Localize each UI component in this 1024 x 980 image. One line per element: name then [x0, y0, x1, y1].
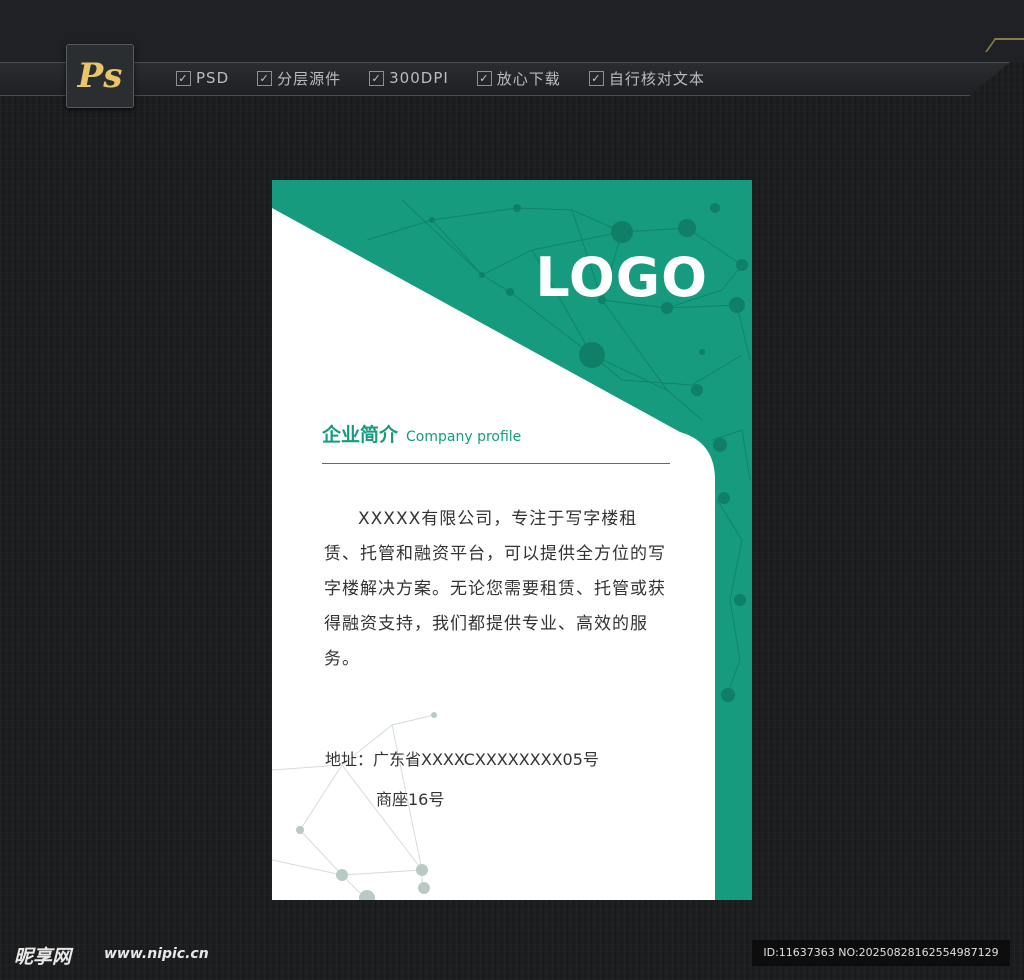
- feature-item-layers: ✓ 分层源件: [257, 68, 341, 88]
- feature-label: 自行核对文本: [608, 69, 705, 88]
- photoshop-icon: Ps: [66, 44, 134, 108]
- checkbox-icon: ✓: [257, 70, 273, 86]
- image-id-label: ID:11637363 NO:20250828162554987129: [752, 940, 1010, 966]
- checkbox-icon: ✓: [369, 70, 385, 86]
- feature-item-psd: ✓ PSD: [176, 68, 229, 88]
- checkbox-icon: ✓: [176, 70, 191, 86]
- feature-item-download: ✓ 放心下载: [476, 68, 561, 88]
- address-line-2: 商座16号: [376, 790, 445, 809]
- company-address: 地址：广东省XXXXCXXXXXXXX05号 商座16号: [325, 740, 599, 820]
- profile-title-en: Company profile: [406, 429, 522, 445]
- feature-label: 300DPI: [389, 69, 449, 87]
- feature-item-check-text: ✓ 自行核对文本: [588, 68, 705, 88]
- header-background: [0, 0, 1024, 62]
- feature-label: 分层源件: [277, 69, 342, 88]
- checkbox-icon: ✓: [588, 70, 604, 86]
- site-watermark-logo: 昵享网: [14, 946, 72, 968]
- heading-divider: [322, 463, 670, 464]
- site-watermark-url: www.nipic.cn: [104, 946, 209, 962]
- profile-title-cn: 企业简介: [322, 424, 399, 446]
- company-logo: LOGO: [535, 246, 708, 309]
- company-description: XXXXX有限公司，专注于写字楼租赁、托管和融资平台，可以提供全方位的写字楼解决…: [324, 509, 666, 669]
- feature-list: ✓ PSD ✓ 分层源件 ✓ 300DPI ✓ 放心下载 ✓ 自行核对文本: [176, 68, 733, 88]
- checkbox-icon: ✓: [476, 70, 492, 86]
- business-card-preview: LOGO 企业简介 Company profile XXXXX有限公司，专注于写…: [272, 180, 752, 900]
- feature-label: PSD: [196, 69, 230, 87]
- feature-item-dpi: ✓ 300DPI: [369, 68, 449, 88]
- feature-label: 放心下载: [496, 69, 561, 88]
- profile-heading: 企业简介 Company profile: [322, 420, 521, 447]
- address-line-1: 地址：广东省XXXXCXXXXXXXX05号: [325, 750, 599, 769]
